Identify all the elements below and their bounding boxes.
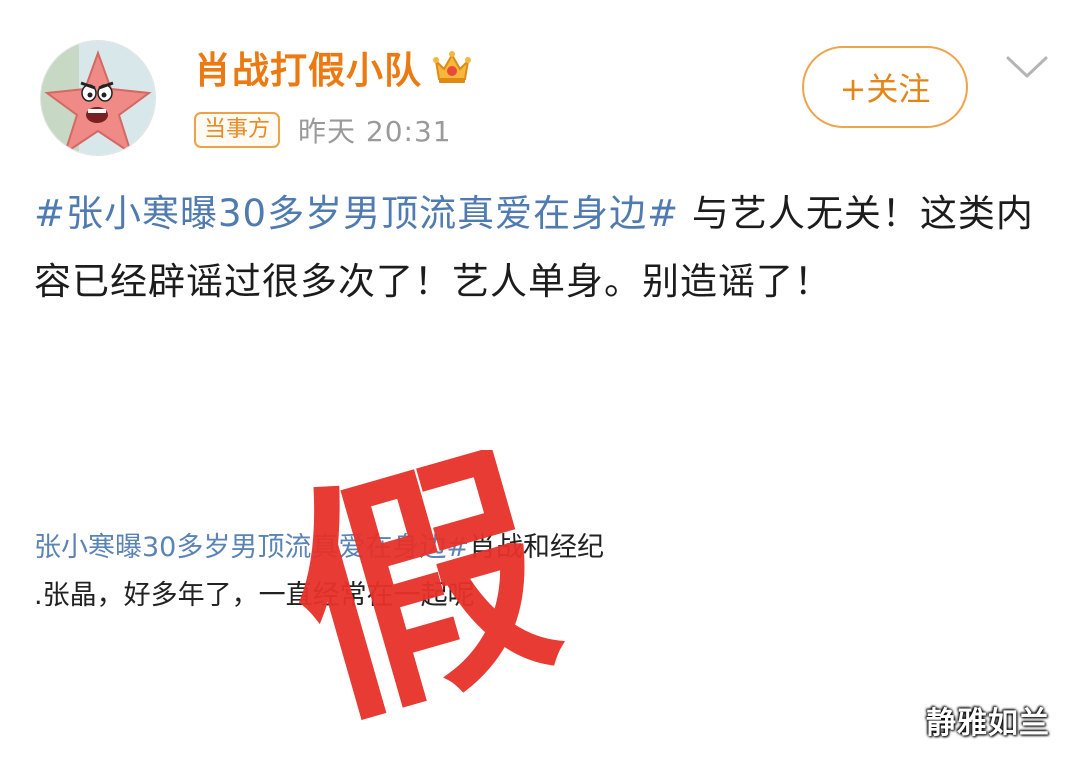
follow-button[interactable]: +关注 xyxy=(802,46,968,128)
party-badge: 当事方 xyxy=(194,112,281,148)
excerpt-line-1: 张小寒曝30多岁男顶流真爱在身边#肖战和经纪 xyxy=(34,524,714,572)
chevron-down-icon[interactable] xyxy=(1004,52,1050,82)
crown-icon xyxy=(432,49,472,85)
excerpt-line-1-text: 肖战和经纪 xyxy=(468,532,604,563)
excerpt-hashtag: 张小寒曝30多岁男顶流真爱在身边# xyxy=(34,532,469,563)
post-content: #张小寒曝30多岁男顶流真爱在身边# 与艺人无关！这类内容已经辟谣过很多次了！艺… xyxy=(34,180,1034,316)
avatar[interactable] xyxy=(40,40,156,156)
quoted-screenshot: 张小寒曝30多岁男顶流真爱在身边#肖战和经纪 .张晶，好多年了，一直经常在一起呢 xyxy=(34,524,714,620)
watermark: 静雅如兰 xyxy=(926,706,1050,741)
name-row: 肖战打假小队 xyxy=(194,42,472,92)
meta-row: 当事方 昨天 20:31 xyxy=(194,110,452,150)
username[interactable]: 肖战打假小队 xyxy=(194,40,422,94)
topic-hashtag-link[interactable]: #张小寒曝30多岁男顶流真爱在身边# xyxy=(34,192,679,235)
patrick-star-avatar-icon xyxy=(41,41,155,155)
post-time: 昨天 20:31 xyxy=(298,115,452,148)
weibo-post: 肖战打假小队 当事方 昨天 20:31 +关注 #张小寒曝30多岁男顶流真爱在身… xyxy=(0,0,1068,764)
excerpt-line-2: .张晶，好多年了，一直经常在一起呢 xyxy=(34,580,475,611)
